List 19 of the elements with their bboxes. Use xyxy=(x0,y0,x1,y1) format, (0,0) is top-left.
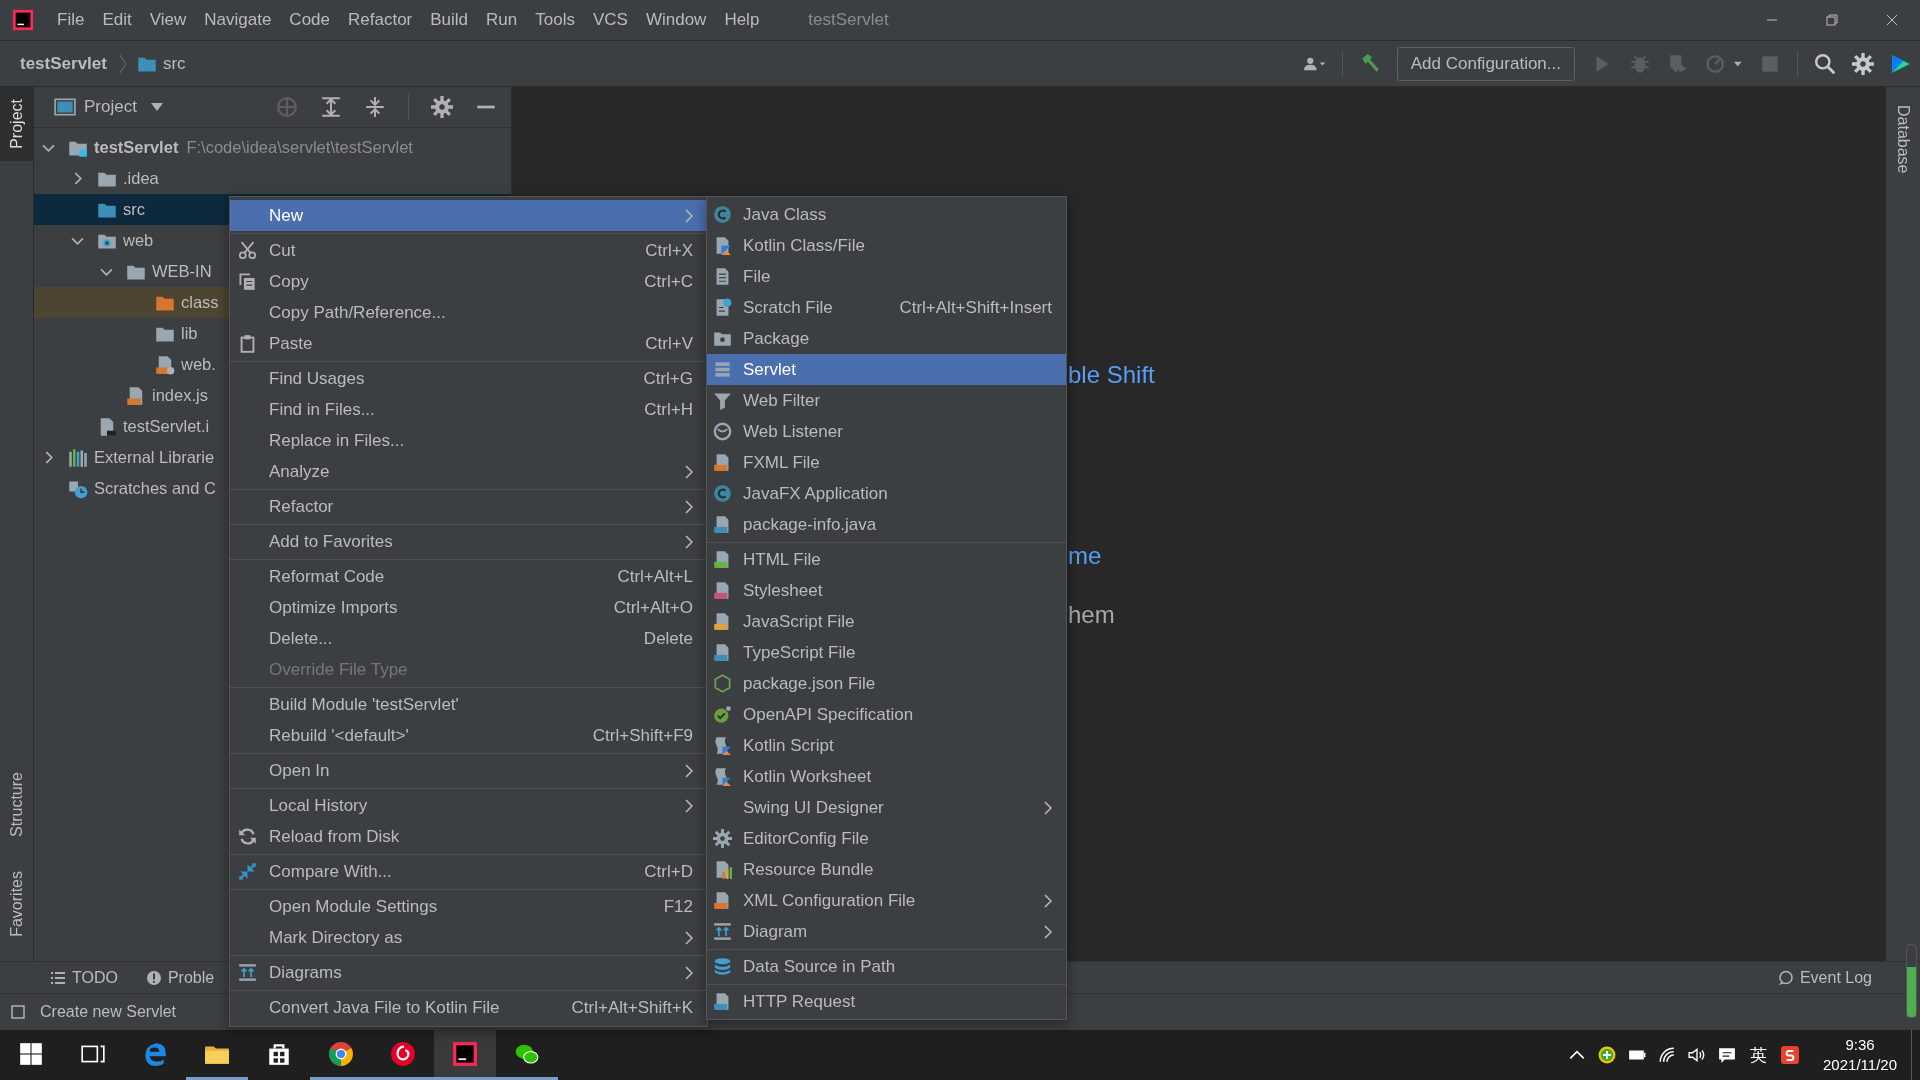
shortcut-text: Ctrl+Shift+F9 xyxy=(592,725,693,746)
shortcut-hint: ble Shift xyxy=(1068,360,1155,390)
shortcut-text: Delete xyxy=(643,628,693,649)
shortcut-text: Ctrl+Alt+L xyxy=(617,566,693,587)
shortcut-text: Ctrl+Alt+Shift+Insert xyxy=(899,297,1052,318)
shortcut-hint: me xyxy=(1068,541,1102,571)
shortcut-text: Ctrl+G xyxy=(643,368,693,389)
status-message: Create new Servlet xyxy=(40,1003,177,1021)
window-title: testServlet xyxy=(808,10,889,30)
path-text: F:\code\idea\servlet\testServlet xyxy=(186,138,413,157)
shortcut-text: Ctrl+C xyxy=(644,271,693,292)
shortcut-text: Ctrl+V xyxy=(645,333,693,354)
shortcut-text: Ctrl+X xyxy=(645,240,693,261)
shortcut-text: Ctrl+Alt+O xyxy=(613,597,693,618)
shortcut-text: Ctrl+H xyxy=(644,399,693,420)
hint-text: hem xyxy=(1068,600,1115,630)
shortcut-text: Ctrl+Alt+Shift+K xyxy=(571,997,693,1018)
shortcut-text: F12 xyxy=(663,896,693,917)
shortcut-text: Ctrl+D xyxy=(644,861,693,882)
